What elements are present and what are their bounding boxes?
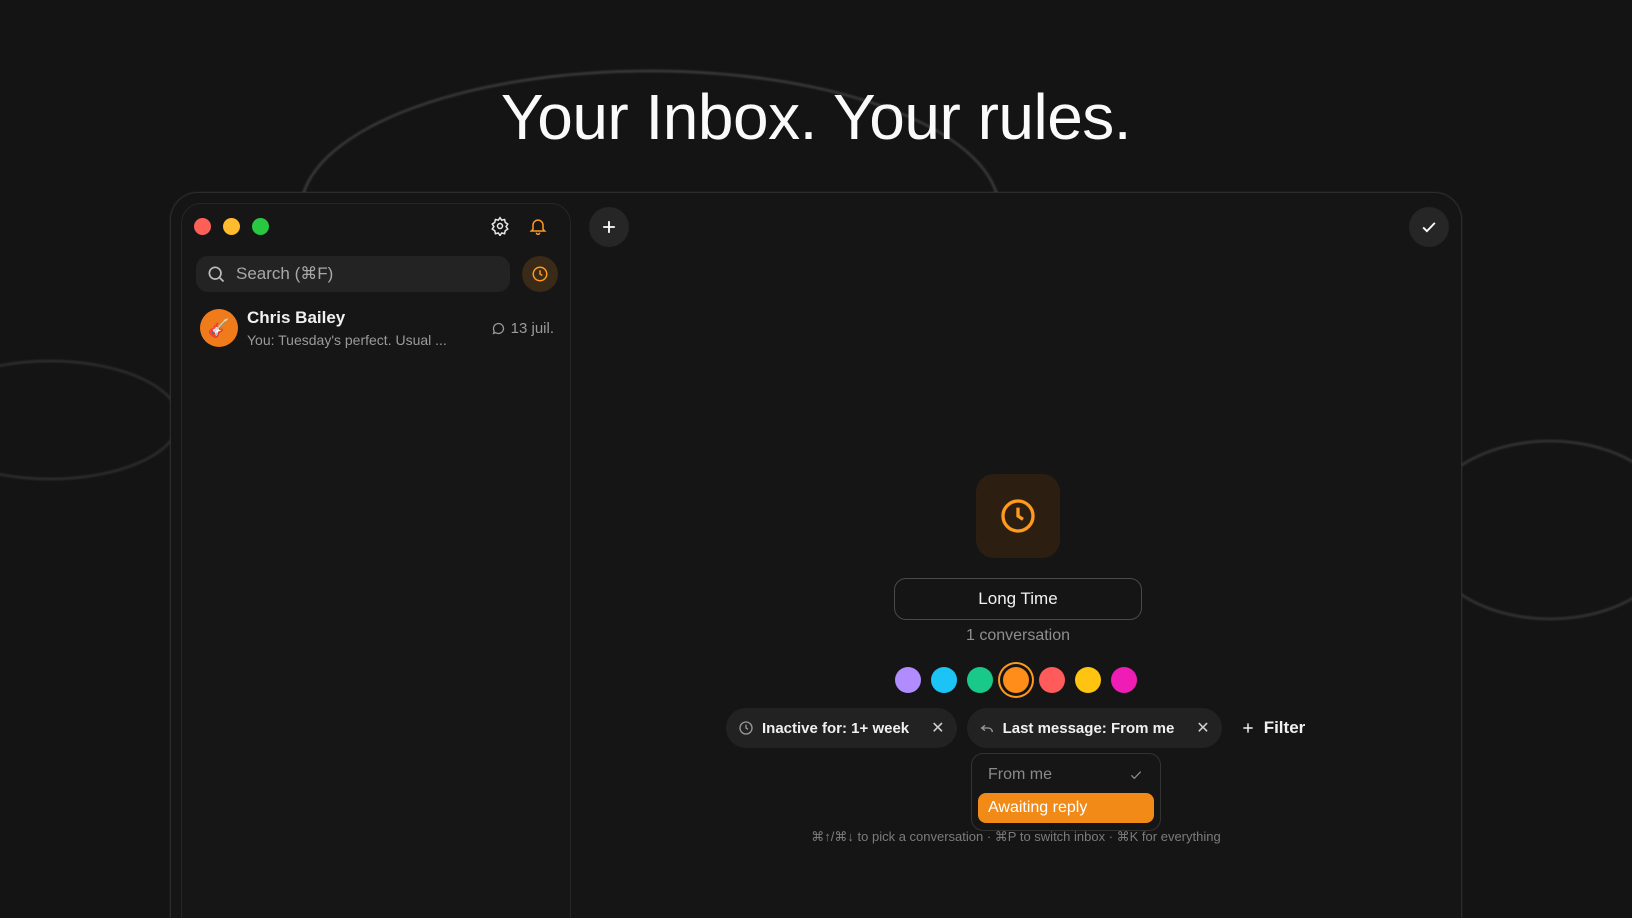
color-swatch[interactable] (967, 667, 993, 693)
add-filter-label: Filter (1263, 718, 1306, 737)
color-swatch[interactable] (1111, 667, 1137, 693)
list-item[interactable]: 🎸 Chris Bailey You: Tuesday's perfect. U… (200, 304, 554, 352)
chat-bubble-icon (492, 322, 504, 335)
reply-icon (980, 724, 993, 733)
add-filter-button[interactable]: Filter (1240, 718, 1306, 738)
color-swatch[interactable] (931, 667, 957, 693)
bell-icon[interactable] (526, 214, 550, 238)
color-swatch[interactable] (895, 667, 921, 693)
color-swatch[interactable] (1075, 667, 1101, 693)
checkmark-icon (1422, 222, 1436, 233)
long-time-inbox-button[interactable] (522, 256, 558, 292)
app-window: Search (⌘F) 🎸 Chris Bailey You: Tuesday'… (170, 192, 1462, 918)
clock-icon (532, 266, 548, 282)
last-message-dropdown: From me Awaiting reply (971, 753, 1161, 831)
avatar: 🎸 (200, 309, 238, 347)
message-preview: You: Tuesday's perfect. Usual ... (247, 332, 447, 348)
minimize-window-button[interactable] (223, 218, 240, 235)
conversation-date: 13 juil. (510, 319, 554, 337)
filter-label: Last message: From me (1002, 719, 1175, 737)
inbox-icon-picker[interactable] (976, 474, 1060, 558)
filter-label: Inactive for: 1+ week (762, 719, 910, 737)
remove-filter-icon[interactable]: ✕ (1196, 718, 1209, 738)
sidebar: Search (⌘F) 🎸 Chris Bailey You: Tuesday'… (181, 203, 571, 918)
new-inbox-button[interactable] (589, 207, 629, 247)
conversation-count: 1 conversation (965, 627, 1071, 644)
color-picker (895, 667, 1137, 693)
done-button[interactable] (1409, 207, 1449, 247)
close-window-button[interactable] (194, 218, 211, 235)
inbox-name-field[interactable]: Long Time (894, 578, 1142, 620)
dropdown-option-from-me[interactable]: From me (978, 760, 1154, 790)
clock-icon (1001, 499, 1035, 533)
filter-bar: Inactive for: 1+ week ✕ Last message: Fr… (726, 708, 1305, 748)
search-icon (208, 266, 225, 283)
filter-chip-last-message[interactable]: Last message: From me ✕ (966, 708, 1222, 748)
window-controls (194, 218, 269, 235)
color-swatch[interactable] (1003, 667, 1029, 693)
dropdown-option-awaiting-reply[interactable]: Awaiting reply (978, 793, 1154, 823)
checkmark-icon (1130, 771, 1142, 780)
plus-icon (603, 221, 615, 233)
color-swatch[interactable] (1039, 667, 1065, 693)
keyboard-hint: ⌘↑/⌘↓ to pick a conversation · ⌘P to swi… (811, 829, 1221, 844)
search-placeholder: Search (⌘F) (236, 264, 334, 283)
contact-name: Chris Bailey (247, 308, 346, 327)
filter-chip-inactive[interactable]: Inactive for: 1+ week ✕ (726, 708, 957, 748)
search-input[interactable]: Search (⌘F) (196, 256, 510, 292)
remove-filter-icon[interactable]: ✕ (931, 718, 944, 738)
plus-icon (1243, 723, 1253, 733)
gear-icon[interactable] (488, 214, 512, 238)
page-headline: Your Inbox. Your rules. (500, 81, 1132, 153)
clock-icon (739, 721, 753, 735)
maximize-window-button[interactable] (252, 218, 269, 235)
